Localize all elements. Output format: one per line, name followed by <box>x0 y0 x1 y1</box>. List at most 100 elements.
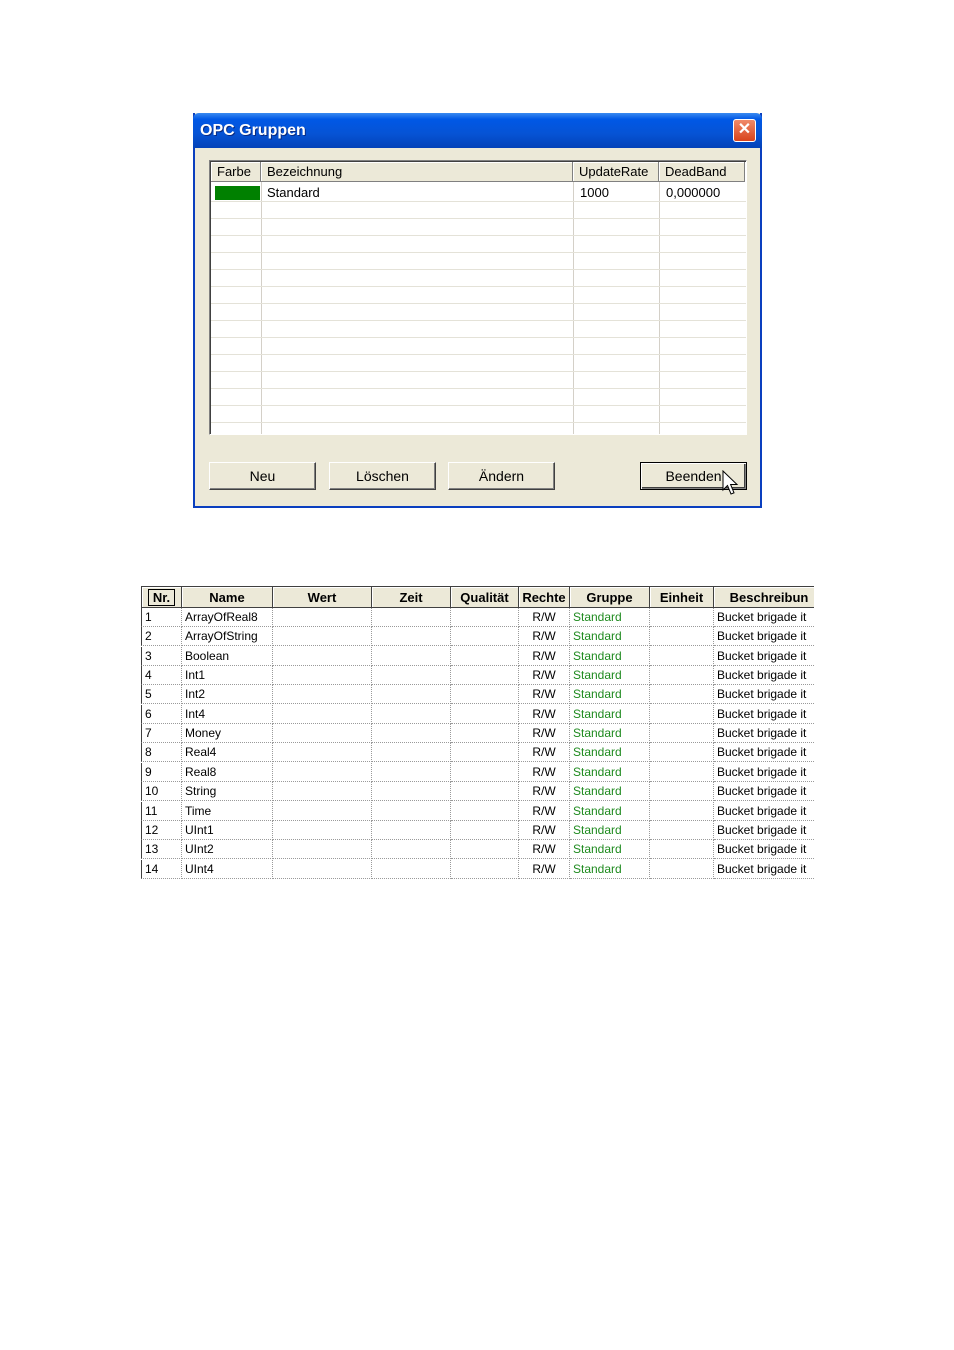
row-einheit-cell[interactable] <box>650 820 714 840</box>
row-rechte-cell[interactable]: R/W <box>519 685 570 705</box>
row-wert-cell[interactable] <box>273 704 372 724</box>
row-qualitaet-cell[interactable] <box>451 724 519 744</box>
row-gruppe-cell[interactable]: Standard <box>570 762 650 782</box>
row-einheit-cell[interactable] <box>650 840 714 860</box>
row-qualitaet-cell[interactable] <box>451 608 519 627</box>
row-name-cell[interactable]: UInt1 <box>182 820 273 840</box>
row-beschreibung-cell[interactable]: Bucket brigade it <box>714 782 814 802</box>
group-deadband-cell[interactable]: 0,000000 <box>666 184 720 201</box>
row-beschreibung-cell[interactable]: Bucket brigade it <box>714 743 814 763</box>
row-name-cell[interactable]: ArrayOfString <box>182 627 273 647</box>
row-gruppe-cell[interactable]: Standard <box>570 801 650 821</box>
row-zeit-cell[interactable] <box>372 801 451 821</box>
row-nr-cell[interactable]: 7 <box>141 724 182 744</box>
row-qualitaet-cell[interactable] <box>451 627 519 647</box>
column-header-rechte[interactable]: Rechte <box>519 586 570 608</box>
column-header-gruppe[interactable]: Gruppe <box>570 586 650 608</box>
row-wert-cell[interactable] <box>273 859 372 879</box>
row-wert-cell[interactable] <box>273 627 372 647</box>
row-rechte-cell[interactable]: R/W <box>519 820 570 840</box>
row-beschreibung-cell[interactable]: Bucket brigade it <box>714 802 814 821</box>
column-header-updaterate[interactable]: UpdateRate <box>573 162 659 182</box>
row-wert-cell[interactable] <box>273 762 372 782</box>
row-qualitaet-cell[interactable] <box>451 801 519 821</box>
row-nr-cell[interactable]: 9 <box>141 762 182 782</box>
column-header-farbe[interactable]: Farbe <box>211 162 261 182</box>
edit-button[interactable]: Ändern <box>448 462 555 490</box>
row-einheit-cell[interactable] <box>650 646 714 666</box>
row-zeit-cell[interactable] <box>372 859 451 879</box>
row-beschreibung-cell[interactable]: Bucket brigade it <box>714 627 814 647</box>
row-wert-cell[interactable] <box>273 782 372 802</box>
row-qualitaet-cell[interactable] <box>451 646 519 666</box>
row-einheit-cell[interactable] <box>650 685 714 705</box>
group-updaterate-cell[interactable]: 1000 <box>580 184 609 201</box>
row-wert-cell[interactable] <box>273 820 372 840</box>
dialog-titlebar[interactable]: OPC Gruppen ✕ <box>193 113 762 148</box>
row-rechte-cell[interactable]: R/W <box>519 859 570 879</box>
row-gruppe-cell[interactable]: Standard <box>570 782 650 802</box>
row-rechte-cell[interactable]: R/W <box>519 704 570 724</box>
row-einheit-cell[interactable] <box>650 762 714 782</box>
row-rechte-cell[interactable]: R/W <box>519 646 570 666</box>
row-name-cell[interactable]: Int1 <box>182 666 273 686</box>
row-name-cell[interactable]: Int4 <box>182 704 273 724</box>
row-name-cell[interactable]: Boolean <box>182 646 273 666</box>
row-rechte-cell[interactable]: R/W <box>519 840 570 860</box>
row-einheit-cell[interactable] <box>650 666 714 686</box>
row-gruppe-cell[interactable]: Standard <box>570 627 650 647</box>
row-rechte-cell[interactable]: R/W <box>519 762 570 782</box>
column-header-deadband[interactable]: DeadBand <box>659 162 745 182</box>
row-gruppe-cell[interactable]: Standard <box>570 724 650 744</box>
row-beschreibung-cell[interactable]: Bucket brigade it <box>714 821 814 840</box>
row-beschreibung-cell[interactable]: Bucket brigade it <box>714 666 814 686</box>
row-beschreibung-cell[interactable]: Bucket brigade it <box>714 763 814 782</box>
row-qualitaet-cell[interactable] <box>451 666 519 686</box>
row-rechte-cell[interactable]: R/W <box>519 627 570 647</box>
row-wert-cell[interactable] <box>273 646 372 666</box>
row-name-cell[interactable]: Real8 <box>182 762 273 782</box>
row-nr-cell[interactable]: 8 <box>141 743 182 763</box>
row-nr-cell[interactable]: 11 <box>141 801 182 821</box>
row-wert-cell[interactable] <box>273 743 372 763</box>
row-wert-cell[interactable] <box>273 724 372 744</box>
row-beschreibung-cell[interactable]: Bucket brigade it <box>714 840 814 860</box>
row-nr-cell[interactable]: 1 <box>141 608 182 627</box>
column-header-bezeichnung[interactable]: Bezeichnung <box>261 162 573 182</box>
delete-button[interactable]: Löschen <box>329 462 436 490</box>
row-wert-cell[interactable] <box>273 608 372 627</box>
row-name-cell[interactable]: UInt4 <box>182 859 273 879</box>
row-zeit-cell[interactable] <box>372 743 451 763</box>
column-header-qualitaet[interactable]: Qualität <box>451 586 519 608</box>
row-beschreibung-cell[interactable]: Bucket brigade it <box>714 705 814 724</box>
row-name-cell[interactable]: Int2 <box>182 685 273 705</box>
column-header-einheit[interactable]: Einheit <box>650 586 714 608</box>
row-einheit-cell[interactable] <box>650 627 714 647</box>
row-nr-cell[interactable]: 3 <box>141 646 182 666</box>
row-nr-cell[interactable]: 2 <box>141 627 182 647</box>
row-rechte-cell[interactable]: R/W <box>519 608 570 627</box>
row-zeit-cell[interactable] <box>372 704 451 724</box>
row-nr-cell[interactable]: 14 <box>141 859 182 879</box>
row-rechte-cell[interactable]: R/W <box>519 801 570 821</box>
row-zeit-cell[interactable] <box>372 820 451 840</box>
row-zeit-cell[interactable] <box>372 762 451 782</box>
row-zeit-cell[interactable] <box>372 724 451 744</box>
row-qualitaet-cell[interactable] <box>451 840 519 860</box>
row-nr-cell[interactable]: 10 <box>141 782 182 802</box>
row-beschreibung-cell[interactable]: Bucket brigade it <box>714 724 814 744</box>
row-gruppe-cell[interactable]: Standard <box>570 743 650 763</box>
column-header-nr[interactable]: Nr. <box>141 586 182 608</box>
column-header-beschreibung[interactable]: Beschreibun <box>714 586 814 608</box>
row-zeit-cell[interactable] <box>372 782 451 802</box>
row-name-cell[interactable]: ArrayOfReal8 <box>182 608 273 627</box>
group-color-swatch[interactable] <box>215 186 260 200</box>
row-gruppe-cell[interactable]: Standard <box>570 646 650 666</box>
row-nr-cell[interactable]: 5 <box>141 685 182 705</box>
row-nr-cell[interactable]: 12 <box>141 820 182 840</box>
row-einheit-cell[interactable] <box>650 801 714 821</box>
column-header-name[interactable]: Name <box>182 586 273 608</box>
row-beschreibung-cell[interactable]: Bucket brigade it <box>714 647 814 666</box>
row-zeit-cell[interactable] <box>372 627 451 647</box>
row-name-cell[interactable]: String <box>182 782 273 802</box>
